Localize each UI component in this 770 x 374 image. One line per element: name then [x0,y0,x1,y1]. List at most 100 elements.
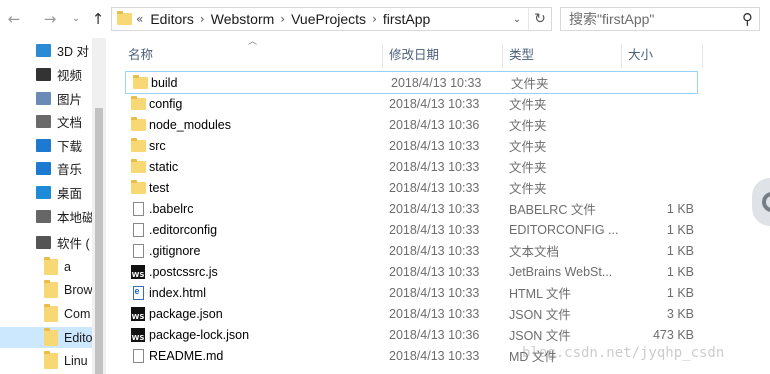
file-row[interactable]: build 2018/4/13 10:33 文件夹 [125,71,698,94]
file-size [622,72,696,93]
file-date-modified: 2018/4/13 10:36 [389,117,480,132]
breadcrumb-separator[interactable]: › [370,12,379,26]
column-divider[interactable] [621,44,622,68]
search-box[interactable]: 搜索"firstApp" ⚲ [560,7,760,31]
file-size: 1 KB [666,243,694,258]
file-row[interactable]: static 2018/4/13 10:33 文件夹 [124,156,724,177]
sidebar-item[interactable]: 桌面 [0,182,92,203]
breadcrumb-editors[interactable]: Editors [146,11,198,27]
file-name: node_modules [149,117,232,132]
file-name: .babelrc [149,201,194,216]
up-arrow-icon[interactable]: ↑ [88,8,108,30]
file-row[interactable]: WS .postcssrc.js 2018/4/13 10:33 JetBrains … [124,261,724,282]
sidebar-item-label: 本地磁 [57,211,92,225]
file-row[interactable]: .gitignore 2018/4/13 10:33 文本文档 1 KB [124,240,724,261]
sidebar-item[interactable]: a [0,256,92,277]
folder-icon [130,135,146,156]
file-row[interactable]: .editorconfig 2018/4/13 10:33 EDITORCONFIG… [124,219,724,240]
file-date-modified: 2018/4/13 10:33 [389,348,480,363]
file-row[interactable]: node_modules 2018/4/13 10:36 文件夹 [124,114,724,135]
breadcrumb-overflow[interactable]: « [136,12,143,26]
breadcrumb-separator[interactable]: › [198,12,207,26]
music-icon [36,162,51,175]
file-row[interactable]: WS package-lock.json 2018/4/13 10:36 JSON 文… [124,324,724,345]
sidebar-item-label: Edito [64,330,92,345]
chevron-down-icon[interactable]: ⌄ [66,8,86,30]
file-row[interactable]: config 2018/4/13 10:33 文件夹 [124,93,724,114]
pictures-icon [36,92,51,105]
sidebar-item[interactable]: Com [0,303,92,324]
file-date-modified: 2018/4/13 10:33 [389,285,480,300]
file-type: HTML 文件 [509,287,572,301]
file-size [620,156,694,177]
sidebar-item[interactable]: Edito [0,327,92,348]
file-name: static [149,159,179,174]
file-size: 473 KB [652,327,694,342]
search-icon[interactable]: ⚲ [742,10,753,28]
file-size: 1 KB [666,222,694,237]
column-divider[interactable] [702,44,703,68]
folder-icon [44,351,58,369]
forward-arrow-icon[interactable]: → [40,8,60,30]
sidebar-item[interactable]: 软件 ( [0,232,92,253]
navigation-pane: 3D 对视频图片文档下载 音乐桌面本地磁软件 ( a Brow Com Edito Linu [0,38,92,374]
local-disk-icon [36,210,51,223]
column-header-size[interactable]: 大小 [628,38,653,68]
sidebar-item-label: 3D 对 [57,45,89,59]
breadcrumb-vueprojects[interactable]: VueProjects [287,11,370,27]
download-icon [36,139,51,152]
file-name: config [149,96,183,111]
file-row[interactable]: test 2018/4/13 10:33 文件夹 [124,177,724,198]
file-row[interactable]: index.html 2018/4/13 10:33 HTML 文件 1 KB [124,282,724,303]
column-header-date[interactable]: 修改日期 [389,38,439,68]
file-date-modified: 2018/4/13 10:33 [391,75,482,90]
scrollbar-thumb[interactable] [95,108,103,374]
file-row[interactable]: src 2018/4/13 10:33 文件夹 [124,135,724,156]
floating-assistant-icon[interactable] [752,178,770,226]
sidebar-item[interactable]: 本地磁 [0,206,92,227]
file-name: index.html [149,285,206,300]
column-divider[interactable] [382,44,383,68]
file-row[interactable]: .babelrc 2018/4/13 10:33 BABELRC 文件 1 KB [124,198,724,219]
column-header-type[interactable]: 类型 [509,38,534,68]
watermark: blog.csdn.net/jyqhp_csdn [522,345,725,361]
breadcrumb-firstapp[interactable]: firstApp [379,11,434,27]
file-type: 文本文档 [509,245,560,259]
sidebar-item[interactable]: 视频 [0,64,92,85]
breadcrumb-separator[interactable]: › [278,12,287,26]
sidebar-item[interactable]: 文档 [0,111,92,132]
back-arrow-icon[interactable]: ← [4,8,24,30]
file-size: 3 KB [666,306,694,321]
file-size: 1 KB [666,264,694,279]
file-type: 文件夹 [509,98,547,112]
column-divider[interactable] [502,44,503,68]
file-size [620,93,694,114]
sidebar-item-label: 软件 ( [57,237,90,251]
sidebar-item-label: 图片 [57,93,83,107]
column-header-name[interactable]: 名称 [128,38,153,68]
sidebar-item[interactable]: 3D 对 [0,40,92,61]
file-type: JetBrains WebSt... [509,264,613,279]
webstorm-icon: WS [130,324,146,345]
address-bar[interactable]: « Editors › Webstorm › VueProjects › fir… [111,7,552,31]
sidebar-item[interactable]: Brow [0,279,92,300]
file-name: .gitignore [149,243,201,258]
breadcrumb-webstorm[interactable]: Webstorm [207,11,279,27]
file-type: 文件夹 [511,77,549,91]
file-date-modified: 2018/4/13 10:33 [389,180,480,195]
file-name: .editorconfig [149,222,218,237]
file-row[interactable]: WS package.json 2018/4/13 10:33 JSON 文件 3 KB [124,303,724,324]
refresh-icon[interactable]: ↻ [528,8,551,30]
address-dropdown-icon[interactable]: ⌄ [510,8,524,30]
webstorm-icon: WS [130,303,146,324]
sidebar-item[interactable]: 下载 [0,135,92,156]
sidebar-item[interactable]: 音乐 [0,158,92,179]
sidebar-item[interactable]: Linu [0,350,92,371]
sidebar-item[interactable]: 图片 [0,88,92,109]
file-type: JSON 文件 [509,329,571,343]
webstorm-icon: WS [130,261,146,282]
file-date-modified: 2018/4/13 10:33 [389,159,480,174]
file-type: EDITORCONFIG ... [509,222,619,237]
sidebar-scrollbar[interactable] [92,38,106,374]
file-size [620,135,694,156]
